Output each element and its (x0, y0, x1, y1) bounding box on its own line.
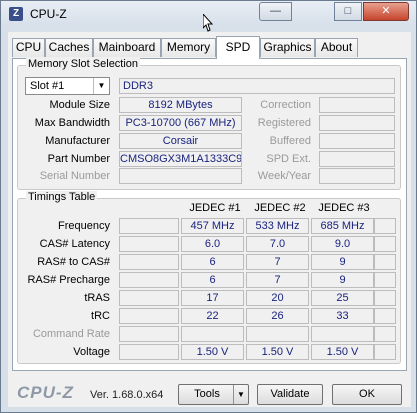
tab-caches[interactable]: Caches (45, 38, 93, 57)
tab-cpu[interactable]: CPU (12, 38, 45, 57)
tools-button-label: Tools (194, 388, 220, 400)
timing-cell: 7.0 (246, 236, 309, 252)
manufacturer-field: Corsair (119, 133, 242, 149)
timing-cell: 7 (246, 272, 309, 288)
timing-cell (374, 254, 396, 270)
cpu-z-app-icon: Z (9, 7, 23, 21)
part-number-field: CMSO8GX3M1A1333C9 (119, 151, 242, 167)
timing-cell: 22 (181, 308, 244, 324)
timing-cell: 6.0 (181, 236, 244, 252)
timing-cell: 17 (181, 290, 244, 306)
timing-cell: 1.50 V (246, 344, 309, 360)
timing-cell: 26 (246, 308, 309, 324)
timing-row-blank-cell (119, 254, 179, 270)
chevron-down-icon[interactable]: ▼ (233, 385, 248, 404)
timing-row-blank-cell (119, 344, 179, 360)
registered-field (319, 115, 395, 131)
tab-about[interactable]: About (315, 38, 358, 57)
timing-row-label: Frequency (58, 220, 110, 232)
column-header-jedec-3: JEDEC #3 (318, 202, 370, 214)
timing-cell (246, 326, 309, 342)
timing-cell: 457 MHz (181, 218, 244, 234)
timing-row-blank-cell (119, 290, 179, 306)
timing-row-blank-cell (119, 272, 179, 288)
timing-cell: 9 (311, 272, 374, 288)
timing-row-label: Command Rate (32, 328, 110, 340)
week-year-field (319, 168, 395, 184)
timing-row-label: Voltage (73, 346, 110, 358)
module-size-label: Module Size (49, 99, 110, 111)
timing-row-blank-cell (119, 218, 179, 234)
module-size-field: 8192 MBytes (119, 97, 242, 113)
ok-button[interactable]: OK (332, 384, 402, 405)
slot-select-value: Slot #1 (30, 80, 65, 92)
chevron-down-icon[interactable]: ▼ (93, 78, 109, 94)
timing-row-label: RAS# Precharge (27, 274, 110, 286)
timing-cell: 6 (181, 254, 244, 270)
spd-ext-field (319, 151, 395, 167)
maximize-button[interactable]: □ (334, 2, 362, 21)
timing-cell: 20 (246, 290, 309, 306)
buffered-field (319, 133, 395, 149)
buffered-label: Buffered (269, 135, 311, 147)
timing-row-label: tRAS (84, 292, 110, 304)
timing-cell: 25 (311, 290, 374, 306)
correction-field (319, 97, 395, 113)
timing-row-label: CAS# Latency (39, 238, 110, 250)
timing-cell: 1.50 V (311, 344, 374, 360)
column-header-jedec-2: JEDEC #2 (254, 202, 306, 214)
timing-cell: 9.0 (311, 236, 374, 252)
timing-cell (374, 344, 396, 360)
column-header-jedec-1: JEDEC #1 (189, 202, 241, 214)
tab-mainboard[interactable]: Mainboard (93, 38, 161, 57)
tab-spd[interactable]: SPD (216, 36, 260, 59)
timing-cell: 685 MHz (311, 218, 374, 234)
timing-row-blank-cell (119, 236, 179, 252)
timing-row-blank-cell (119, 308, 179, 324)
timing-cell: 6 (181, 272, 244, 288)
validate-button[interactable]: Validate (257, 384, 323, 405)
timing-cell: 33 (311, 308, 374, 324)
cpu-z-logo: CPU-Z (17, 383, 74, 402)
max-bandwidth-field: PC3-10700 (667 MHz) (119, 115, 242, 131)
timing-cell: 7 (246, 254, 309, 270)
max-bandwidth-label: Max Bandwidth (34, 117, 110, 129)
spd-ext-label: SPD Ext. (266, 153, 311, 165)
tools-button[interactable]: Tools ▼ (178, 384, 249, 405)
timing-row-label: tRC (91, 310, 110, 322)
close-button[interactable]: ✕ (363, 2, 409, 21)
timing-cell (374, 272, 396, 288)
mouse-cursor-icon (203, 14, 213, 32)
timing-cell: 533 MHz (246, 218, 309, 234)
title-bar[interactable]: Z CPU-Z — □ ✕ (1, 1, 416, 32)
timing-cell (181, 326, 244, 342)
version-label: Ver. 1.68.0.x64 (90, 389, 164, 401)
week-year-label: Week/Year (257, 170, 311, 182)
memory-slot-group-title: Memory Slot Selection (26, 58, 141, 70)
cpu-z-window: Z CPU-Z — □ ✕ CPU Caches Mainboard Memor… (0, 0, 417, 413)
timing-cell (374, 218, 396, 234)
manufacturer-label: Manufacturer (45, 135, 110, 147)
window-title: CPU-Z (30, 7, 67, 21)
minimize-button[interactable]: — (259, 2, 292, 21)
registered-label: Registered (257, 117, 311, 129)
timing-cell: 9 (311, 254, 374, 270)
part-number-label: Part Number (47, 153, 110, 165)
timing-row-label: RAS# to CAS# (37, 256, 110, 268)
memory-type-field: DDR3 (119, 78, 395, 94)
timings-group-title: Timings Table (26, 191, 98, 203)
timing-cell (374, 326, 396, 342)
timing-cell (311, 326, 374, 342)
timing-cell (374, 308, 396, 324)
tab-graphics[interactable]: Graphics (260, 38, 315, 57)
tab-memory[interactable]: Memory (161, 38, 216, 57)
correction-label: Correction (260, 99, 311, 111)
slot-select[interactable]: Slot #1 ▼ (25, 77, 110, 95)
serial-number-field (119, 168, 242, 184)
timing-cell (374, 290, 396, 306)
serial-number-label: Serial Number (39, 170, 110, 182)
timing-row-blank-cell (119, 326, 179, 342)
timing-cell: 1.50 V (181, 344, 244, 360)
timing-cell (374, 236, 396, 252)
